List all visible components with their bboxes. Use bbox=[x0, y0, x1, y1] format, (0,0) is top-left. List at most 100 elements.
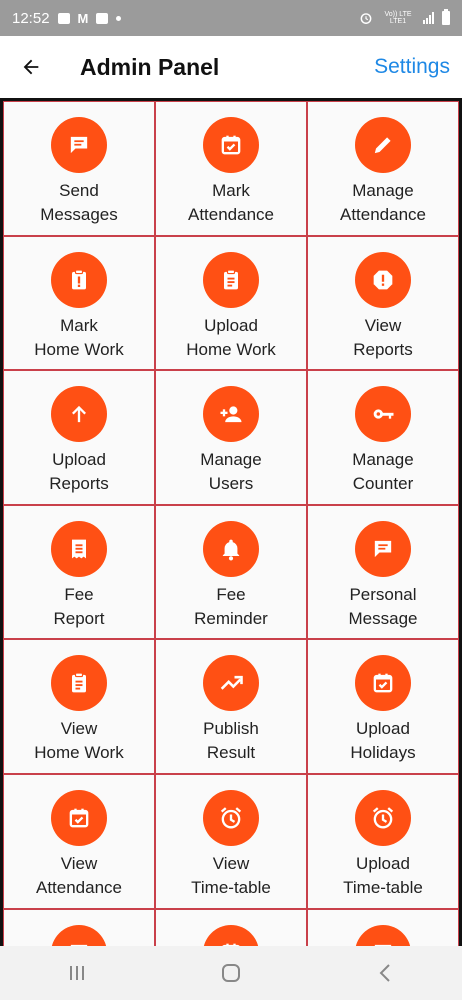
status-time: 12:52 bbox=[12, 9, 50, 27]
calendar-check-icon bbox=[69, 808, 89, 828]
tile-fee-reminder[interactable]: Fee Reminder bbox=[155, 504, 307, 640]
clipboard-list-icon bbox=[224, 269, 238, 289]
tile-label-line2: Report bbox=[53, 608, 105, 628]
tile-label-line2: Attendance bbox=[339, 205, 426, 224]
tile-tile-19[interactable] bbox=[155, 908, 307, 946]
tile-label-line1: Manage bbox=[200, 450, 262, 470]
calendar-check-icon bbox=[373, 674, 393, 693]
trending-up-icon bbox=[220, 676, 243, 691]
settings-button[interactable]: Settings bbox=[374, 55, 450, 79]
tile-mark-home-work[interactable]: Mark Home Work bbox=[3, 235, 155, 371]
tile-send-messages[interactable]: Send Messages bbox=[3, 101, 155, 236]
network-type: Vo)) LTE LTE1 bbox=[384, 11, 412, 25]
message-icon bbox=[374, 540, 392, 557]
tile-manage-users[interactable]: Manage Users bbox=[155, 370, 307, 505]
clipboard-list-icon bbox=[72, 672, 86, 693]
recent-apps-icon bbox=[70, 966, 84, 980]
admin-tile-grid: Send Messages Mark Attendance Manage Attendan… bbox=[0, 98, 462, 946]
tile-icon-circle bbox=[51, 386, 107, 443]
tile-view-attendance[interactable]: View Attendance bbox=[3, 773, 155, 909]
tile-label-line2: Reports bbox=[49, 474, 109, 494]
tile-icon-circle bbox=[51, 924, 107, 946]
tile-label-line2: Home Work bbox=[34, 743, 124, 763]
tile-label-line1: Upload bbox=[204, 315, 258, 335]
tile-manage-counter[interactable]: Manage Counter bbox=[307, 370, 459, 505]
tile-upload-time-table[interactable]: Upload Time-table bbox=[307, 773, 459, 909]
tile-icon-circle bbox=[51, 655, 107, 712]
tile-label-line1: View bbox=[60, 853, 98, 873]
tile-label: Personal Message bbox=[349, 583, 418, 631]
tile-icon-circle bbox=[203, 251, 259, 308]
tile-label-line1: Fee bbox=[64, 584, 94, 604]
page-title: Admin Panel bbox=[80, 53, 220, 80]
tile-label: Upload Time-table bbox=[343, 852, 423, 900]
tile-label-line2: Message bbox=[348, 608, 418, 628]
tile-tile-18[interactable] bbox=[3, 908, 155, 946]
tile-icon-circle bbox=[355, 520, 411, 577]
tile-label: Publish Result bbox=[203, 717, 259, 765]
bell-icon bbox=[222, 539, 240, 561]
tile-upload-holidays[interactable]: Upload Holidays bbox=[307, 639, 459, 774]
tile-view-time-table[interactable]: View Time-table bbox=[155, 773, 307, 909]
message-icon bbox=[70, 944, 88, 946]
tile-icon-circle bbox=[203, 117, 259, 173]
message-icon bbox=[374, 944, 392, 946]
tile-tile-20[interactable] bbox=[307, 908, 459, 946]
alarm-icon bbox=[372, 807, 394, 829]
tile-manage-attendance[interactable]: Manage Attendance bbox=[307, 101, 459, 236]
tile-label: Mark Attendance bbox=[188, 179, 274, 227]
tile-label: View Time-table bbox=[191, 852, 271, 900]
tile-label-line2: Users bbox=[208, 474, 254, 494]
tile-label-line1: Publish bbox=[203, 719, 259, 739]
tile-label-line2: Holidays bbox=[350, 743, 416, 763]
back-button[interactable] bbox=[0, 36, 62, 98]
tile-fee-report[interactable]: Fee Report bbox=[3, 504, 155, 640]
tile-icon-circle bbox=[355, 386, 411, 443]
tile-label-line2: Time-table bbox=[343, 877, 423, 897]
signal-icon bbox=[423, 12, 434, 24]
tile-label: Fee Reminder bbox=[194, 583, 268, 631]
tile-label-line1: Manage bbox=[352, 181, 414, 200]
calendar-check-icon bbox=[221, 135, 241, 155]
tile-label-line2: Attendance bbox=[187, 205, 274, 224]
tile-label-line1: Manage bbox=[352, 450, 414, 470]
tile-view-home-work[interactable]: View Home Work bbox=[3, 639, 155, 774]
key-icon bbox=[373, 409, 394, 419]
tile-label-line1: Upload bbox=[356, 853, 410, 873]
gallery-icon bbox=[57, 12, 70, 24]
tile-icon-circle bbox=[355, 251, 411, 308]
calendar-check-icon bbox=[221, 943, 241, 946]
notification-dot-icon bbox=[116, 15, 122, 21]
home-button[interactable] bbox=[201, 946, 261, 1000]
tile-view-reports[interactable]: View Reports bbox=[307, 235, 459, 371]
tile-label: View Reports bbox=[353, 314, 413, 362]
tile-label-line1: Upload bbox=[356, 719, 410, 739]
tile-label: Upload Holidays bbox=[350, 717, 415, 765]
add-user-icon bbox=[220, 406, 242, 423]
tile-icon-circle bbox=[355, 789, 411, 846]
pencil-icon bbox=[374, 137, 391, 154]
tile-personal-message[interactable]: Personal Message bbox=[307, 504, 459, 640]
tile-publish-result[interactable]: Publish Result bbox=[155, 639, 307, 774]
tile-label-line2: Home Work bbox=[186, 339, 276, 359]
receipt-icon bbox=[72, 539, 86, 559]
tile-label: Send Messages bbox=[40, 179, 117, 227]
back-nav-button[interactable] bbox=[355, 946, 415, 1000]
tile-upload-reports[interactable]: Upload Reports bbox=[3, 370, 155, 505]
tile-label: Manage Counter bbox=[352, 448, 413, 496]
tile-label: View Home Work bbox=[34, 717, 123, 765]
tile-label: Upload Reports bbox=[49, 448, 109, 496]
tile-label: Manage Users bbox=[200, 448, 261, 496]
arrow-left-icon bbox=[23, 59, 39, 75]
chevron-left-icon bbox=[379, 964, 390, 982]
tile-icon-circle bbox=[203, 789, 259, 846]
tile-upload-home-work[interactable]: Upload Home Work bbox=[155, 235, 307, 371]
tile-icon-circle bbox=[355, 655, 411, 712]
tile-label-line1: Send bbox=[59, 181, 99, 200]
arrow-up-icon bbox=[72, 406, 86, 423]
tile-label: Fee Report bbox=[53, 583, 104, 631]
tile-mark-attendance[interactable]: Mark Attendance bbox=[155, 101, 307, 236]
tile-label-line2: Reports bbox=[353, 339, 413, 359]
tile-icon-circle bbox=[355, 924, 411, 946]
recent-apps-button[interactable] bbox=[47, 946, 107, 1000]
